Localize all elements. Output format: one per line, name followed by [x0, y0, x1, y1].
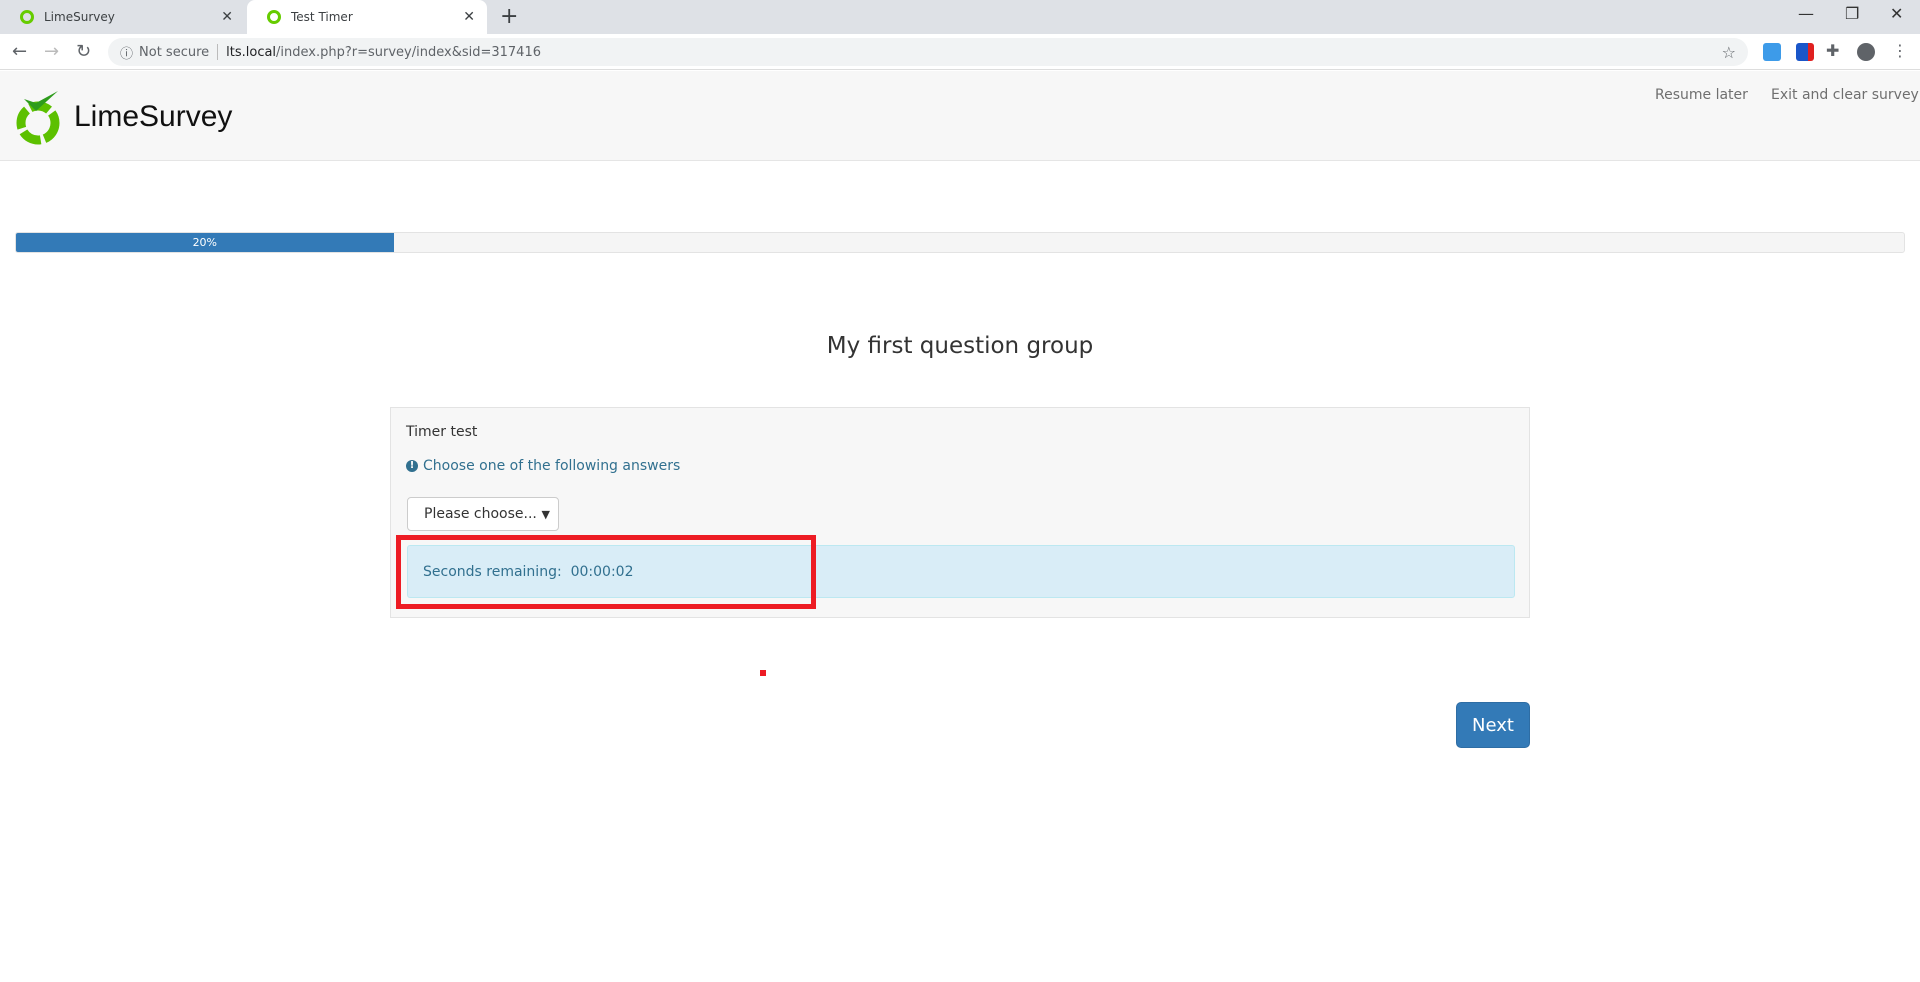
resume-later-link[interactable]: Resume later [1655, 87, 1748, 103]
logo-text: LimeSurvey [74, 100, 233, 133]
extension-lock-icon[interactable] [1796, 43, 1814, 61]
limesurvey-logo[interactable]: LimeSurvey [14, 87, 232, 147]
limesurvey-favicon-icon [20, 10, 34, 24]
question-help: ! Choose one of the following answers [406, 458, 680, 474]
exclamation-circle-icon: ! [406, 460, 418, 472]
progress-label: 20% [192, 236, 218, 249]
minimize-button[interactable]: — [1798, 4, 1814, 23]
bookmark-star-icon[interactable]: ☆ [1722, 43, 1736, 62]
close-tab-icon[interactable]: ✕ [463, 9, 475, 25]
info-icon[interactable]: ⓘ [120, 43, 133, 62]
url-path: /index.php?r=survey/index&sid=317416 [276, 44, 541, 60]
progress-bar: 20% [15, 232, 1905, 253]
security-label: Not secure [139, 44, 210, 60]
exit-clear-survey-link[interactable]: Exit and clear survey [1771, 87, 1919, 103]
help-text: Choose one of the following answers [423, 458, 681, 474]
question-text: Timer test [406, 424, 478, 440]
divider [217, 44, 219, 60]
survey-header: LimeSurvey Resume later Exit and clear s… [0, 71, 1920, 161]
extensions-puzzle-icon[interactable]: ✚ [1826, 41, 1839, 60]
tab-limesurvey[interactable]: LimeSurvey ✕ [0, 0, 245, 34]
close-window-button[interactable]: ✕ [1890, 4, 1903, 23]
restore-button[interactable]: ❐ [1845, 4, 1859, 23]
address-row: ← → ↻ ⓘ Not secure lts.local/index.php?r… [0, 34, 1920, 70]
highlight-box [396, 535, 816, 609]
tab-test-timer[interactable]: Test Timer ✕ [247, 0, 487, 34]
tab-label: LimeSurvey [44, 10, 115, 24]
answer-select[interactable]: Please choose... ▼ [407, 497, 559, 531]
tab-label: Test Timer [291, 10, 353, 24]
extension-icon[interactable] [1763, 43, 1781, 61]
address-bar[interactable]: ⓘ Not secure lts.local/index.php?r=surve… [108, 38, 1748, 66]
next-label: Next [1472, 714, 1514, 736]
back-icon[interactable]: ← [12, 41, 27, 62]
forward-icon[interactable]: → [44, 41, 59, 62]
new-tab-button[interactable]: + [500, 4, 518, 29]
reload-icon[interactable]: ↻ [76, 41, 91, 62]
logo-icon [16, 91, 60, 145]
next-button[interactable]: Next [1456, 702, 1530, 748]
chevron-down-icon: ▼ [541, 507, 550, 521]
progress-fill: 20% [16, 233, 394, 252]
select-value: Please choose... [424, 506, 537, 522]
close-tab-icon[interactable]: ✕ [221, 9, 233, 25]
highlight-dot [760, 670, 766, 676]
url-host: lts.local [226, 44, 277, 60]
tab-bar: LimeSurvey ✕ Test Timer ✕ + — ❐ ✕ [0, 0, 1920, 34]
group-title: My first question group [826, 333, 1094, 359]
limesurvey-favicon-icon [267, 10, 281, 24]
profile-avatar-icon[interactable] [1857, 43, 1875, 61]
menu-kebab-icon[interactable]: ⋮ [1892, 41, 1908, 60]
